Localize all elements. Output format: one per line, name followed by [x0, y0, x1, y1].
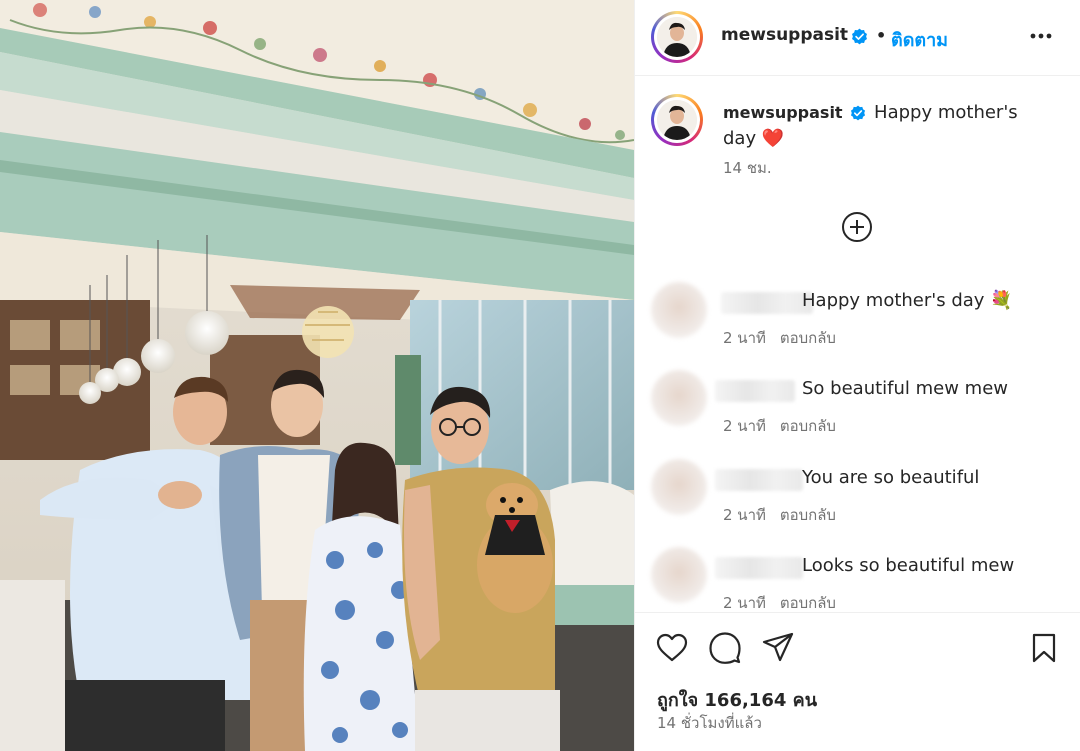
post-detail-panel: mewsuppasit • ติดตาม mewsuppasit Happy m…: [634, 0, 1080, 751]
commenter-username-blurred[interactable]: [721, 292, 813, 314]
comment-meta: 2 นาที ตอบกลับ: [723, 326, 836, 350]
follow-button[interactable]: ติดตาม: [891, 25, 948, 54]
paper-plane-icon[interactable]: [761, 631, 795, 665]
comment-time[interactable]: 2 นาที: [723, 594, 766, 612]
commenter-avatar[interactable]: [651, 459, 707, 515]
reply-button[interactable]: ตอบกลับ: [780, 417, 836, 435]
post-caption: mewsuppasit Happy mother's day ❤️: [723, 100, 1033, 152]
author-avatar[interactable]: [651, 11, 703, 63]
commenter-username-blurred[interactable]: [715, 380, 795, 402]
comment-time[interactable]: 2 นาที: [723, 417, 766, 435]
post-image: [0, 0, 634, 751]
verified-badge-icon: [852, 28, 867, 45]
comment-time[interactable]: 2 นาที: [723, 506, 766, 524]
caption-timestamp[interactable]: 14 ชม.: [723, 156, 772, 180]
heart-icon[interactable]: [655, 631, 689, 665]
reply-button[interactable]: ตอบกลับ: [780, 506, 836, 524]
like-count[interactable]: ถูกใจ 166,164 คน: [657, 685, 817, 714]
commenter-avatar[interactable]: [651, 282, 707, 338]
reply-button[interactable]: ตอบกลับ: [780, 329, 836, 347]
post-photo[interactable]: [0, 0, 634, 751]
commenter-avatar[interactable]: [651, 547, 707, 603]
commenter-avatar[interactable]: [651, 370, 707, 426]
commenter-username-blurred[interactable]: [715, 557, 803, 579]
caption-username[interactable]: mewsuppasit: [723, 103, 843, 122]
comment-time[interactable]: 2 นาที: [723, 329, 766, 347]
more-options-icon[interactable]: [1027, 22, 1055, 50]
comment-item: You are so beautiful 2 นาที ตอบกลับ: [651, 459, 1071, 529]
comment-text: Looks so beautiful mew: [802, 555, 1015, 576]
comment-item: So beautiful mew mew 2 นาที ตอบกลับ: [651, 370, 1071, 440]
comment-meta: 2 นาที ตอบกลับ: [723, 503, 836, 527]
comment-text: So beautiful mew mew: [802, 378, 1009, 399]
comment-meta: 2 นาที ตอบกลับ: [723, 414, 836, 438]
comment-bubble-icon[interactable]: [708, 631, 742, 665]
comment-text: Happy mother's day 💐: [802, 290, 1013, 311]
post-actions: ถูกใจ 166,164 คน 14 ชั่วโมงที่แล้ว: [635, 612, 1080, 751]
bookmark-icon[interactable]: [1027, 631, 1061, 665]
commenter-username-blurred[interactable]: [715, 469, 803, 491]
post-timestamp: 14 ชั่วโมงที่แล้ว: [657, 714, 762, 732]
comment-text: You are so beautiful: [802, 467, 980, 488]
author-username[interactable]: mewsuppasit: [721, 25, 848, 45]
reply-button[interactable]: ตอบกลับ: [780, 594, 836, 612]
plus-circle-icon[interactable]: [840, 210, 874, 244]
comment-item: Happy mother's day 💐 2 นาที ตอบกลับ: [651, 282, 1071, 352]
verified-badge-icon: [851, 105, 866, 121]
caption-author-avatar[interactable]: [651, 94, 703, 146]
separator-dot: •: [876, 26, 887, 45]
comment-item: Looks so beautiful mew 2 นาที ตอบกลับ: [651, 547, 1071, 617]
post-header: mewsuppasit • ติดตาม: [635, 0, 1080, 76]
